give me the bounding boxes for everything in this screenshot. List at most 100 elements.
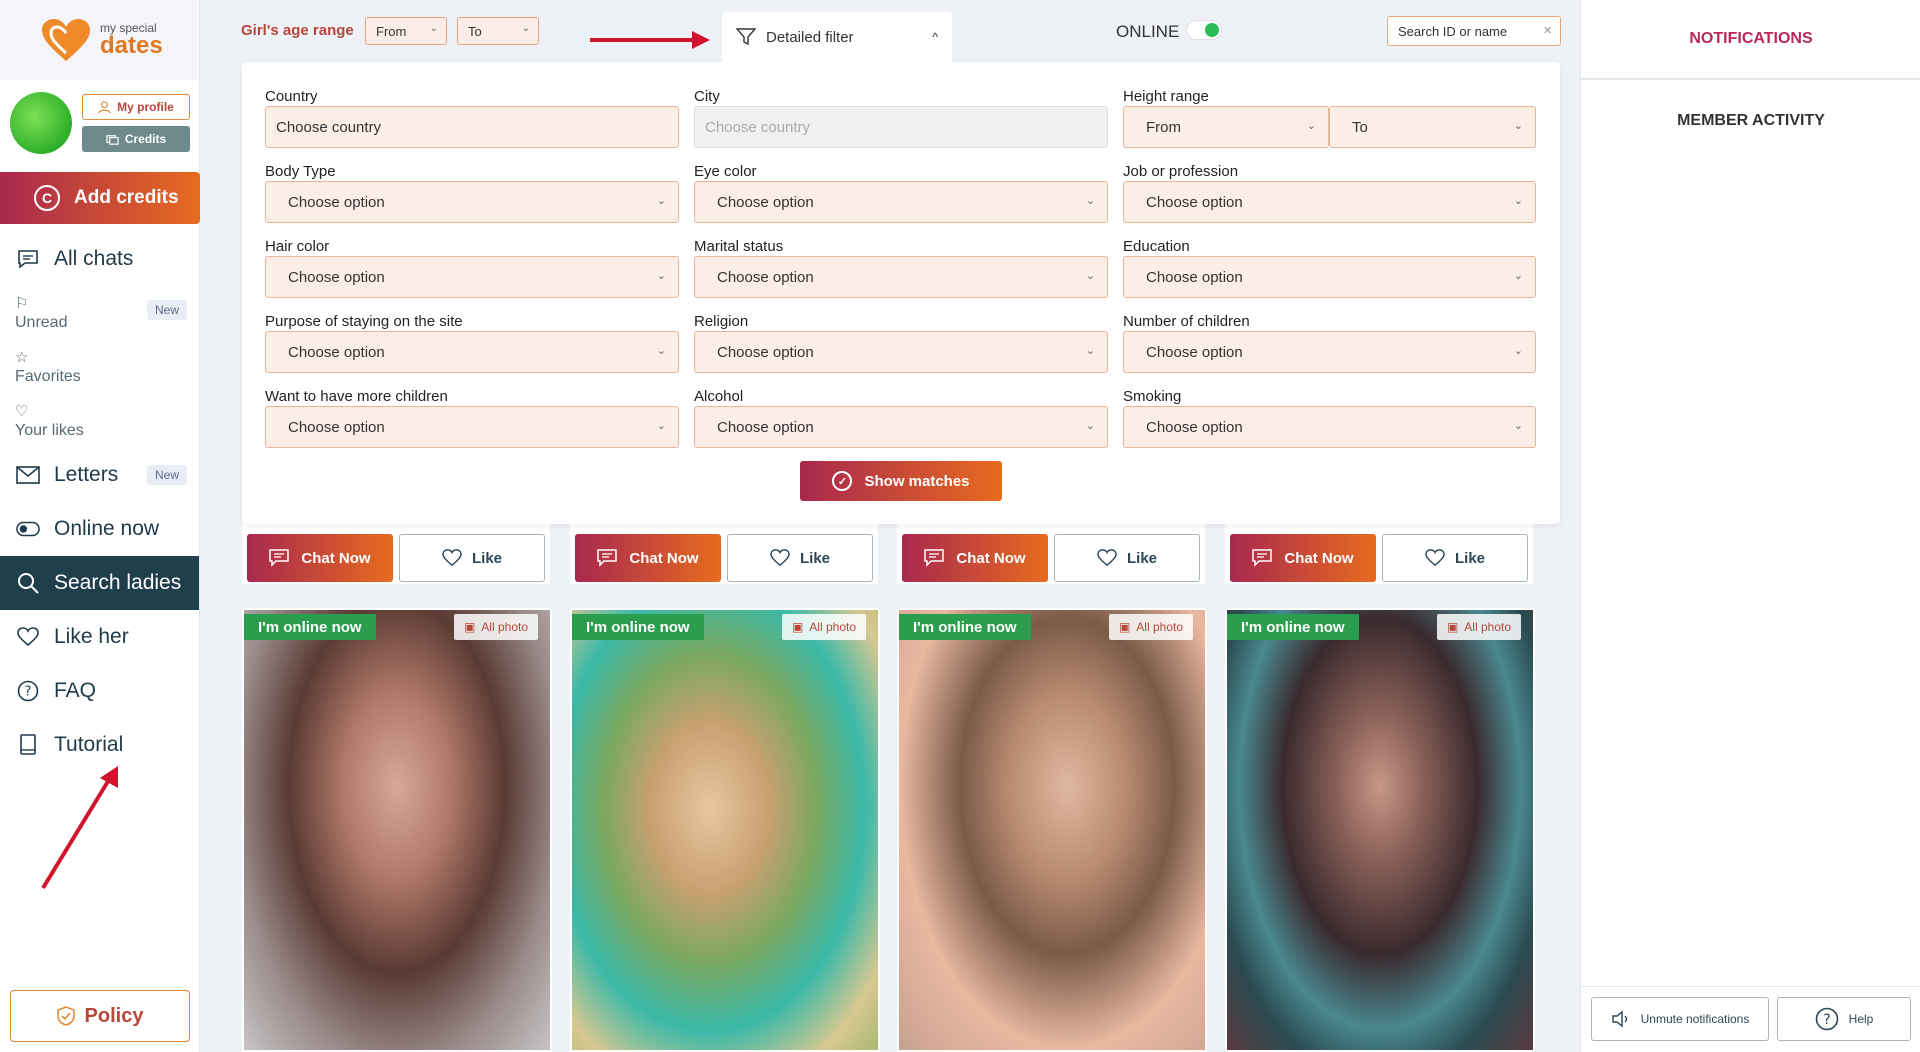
education-select[interactable]: Choose option ⌄ — [1123, 256, 1536, 298]
more-children-select[interactable]: Choose option ⌄ — [265, 406, 679, 448]
chevron-down-icon: ⌄ — [1306, 120, 1316, 132]
alcohol-select[interactable]: Choose option ⌄ — [694, 406, 1108, 448]
nav-all-chats-label: All chats — [54, 247, 134, 270]
user-icon — [98, 100, 111, 113]
chat-now-button[interactable]: Chat Now — [1230, 534, 1376, 582]
like-button[interactable]: Like — [399, 534, 545, 582]
job-select[interactable]: Choose option ⌄ — [1123, 181, 1536, 223]
chevron-down-icon: ⌄ — [656, 270, 666, 282]
purpose-select[interactable]: Choose option ⌄ — [265, 331, 679, 373]
age-to-value: To — [468, 24, 482, 39]
flag-icon: ⚐ — [15, 295, 29, 312]
shield-icon — [56, 1006, 75, 1026]
profile-photo-blurred[interactable] — [572, 610, 878, 1050]
all-photo-button[interactable]: ▣ All photo — [453, 614, 538, 640]
my-profile-button[interactable]: My profile — [82, 94, 190, 120]
credit-coin-icon: C — [34, 185, 60, 211]
card-actions-4: Chat Now Like — [1225, 524, 1533, 584]
profile-card[interactable]: I'm online now ▣ All photo — [570, 608, 880, 1052]
like-button[interactable]: Like — [1382, 534, 1528, 582]
logo[interactable]: my special dates — [0, 0, 199, 80]
clear-icon[interactable]: × — [1543, 22, 1552, 39]
education-value: Choose option — [1146, 269, 1243, 286]
nav-your-likes[interactable]: ♡ Your likes — [0, 394, 199, 448]
nav-favorites[interactable]: ☆ Favorites — [0, 340, 199, 394]
chat-now-button[interactable]: Chat Now — [575, 534, 721, 582]
policy-button[interactable]: Policy — [10, 990, 190, 1042]
children-label: Number of children — [1123, 313, 1250, 330]
like-button[interactable]: Like — [727, 534, 873, 582]
online-now-badge: I'm online now — [572, 614, 704, 640]
nav-tutorial[interactable]: Tutorial — [0, 718, 199, 772]
svg-text:?: ? — [1823, 1012, 1830, 1028]
age-from-select[interactable]: From ⌄ — [365, 17, 447, 45]
show-matches-button[interactable]: ✓ Show matches — [800, 461, 1002, 501]
profile-photo-blurred[interactable] — [1227, 610, 1533, 1050]
city-label: City — [694, 88, 720, 105]
nav-favorites-label: Favorites — [15, 368, 81, 385]
nav-like-her-label: Like her — [54, 625, 129, 648]
detailed-filter-toggle[interactable]: Detailed filter ^ — [722, 12, 952, 62]
nav-search-ladies[interactable]: Search ladies — [0, 556, 199, 610]
chevron-down-icon: ⌄ — [1513, 420, 1523, 432]
chat-now-label: Chat Now — [1284, 549, 1354, 567]
chat-now-button[interactable]: Chat Now — [247, 534, 393, 582]
profile-photo-blurred[interactable] — [244, 610, 550, 1050]
body-type-select[interactable]: Choose option ⌄ — [265, 181, 679, 223]
height-to-select[interactable]: To ⌄ — [1329, 106, 1536, 148]
help-button[interactable]: ? Help — [1777, 997, 1911, 1041]
nav-unread[interactable]: ⚐ Unread New — [0, 286, 199, 340]
heart-icon — [1097, 549, 1117, 567]
eye-color-value: Choose option — [717, 194, 814, 211]
more-children-value: Choose option — [288, 419, 385, 436]
height-from-select[interactable]: From ⌄ — [1123, 106, 1329, 148]
children-select[interactable]: Choose option ⌄ — [1123, 331, 1536, 373]
all-photo-button[interactable]: ▣ All photo — [1108, 614, 1193, 640]
nav-letters[interactable]: Letters New — [0, 448, 199, 502]
search-icon — [16, 571, 40, 595]
age-range-label: Girl's age range — [241, 22, 354, 39]
image-icon: ▣ — [1446, 620, 1459, 634]
profile-photo-blurred[interactable] — [899, 610, 1205, 1050]
like-button[interactable]: Like — [1054, 534, 1200, 582]
nav-search-ladies-label: Search ladies — [54, 571, 182, 594]
marital-status-select[interactable]: Choose option ⌄ — [694, 256, 1108, 298]
smoking-select[interactable]: Choose option ⌄ — [1123, 406, 1536, 448]
nav-online-now[interactable]: Online now — [0, 502, 199, 556]
online-toggle[interactable] — [1186, 20, 1222, 40]
country-value: Choose country — [276, 119, 382, 136]
unmute-notifications-button[interactable]: Unmute notifications — [1591, 997, 1769, 1041]
all-photo-button[interactable]: ▣ All photo — [1436, 614, 1521, 640]
chat-bubble-icon — [924, 549, 945, 567]
chat-now-button[interactable]: Chat Now — [902, 534, 1048, 582]
search-id-input[interactable]: Search ID or name × — [1387, 16, 1561, 46]
hair-color-select[interactable]: Choose option ⌄ — [265, 256, 679, 298]
profile-card[interactable]: I'm online now ▣ All photo — [242, 608, 552, 1052]
check-circle-icon: ✓ — [832, 471, 853, 491]
nav-all-chats[interactable]: All chats — [0, 232, 199, 286]
add-credits-button[interactable]: C Add credits — [0, 172, 200, 224]
country-select[interactable]: Choose country — [265, 106, 679, 148]
nav-tutorial-label: Tutorial — [54, 733, 124, 756]
eye-color-select[interactable]: Choose option ⌄ — [694, 181, 1108, 223]
chevron-down-icon: ⌄ — [1085, 420, 1095, 432]
eye-color-label: Eye color — [694, 163, 757, 180]
nav-faq[interactable]: ? FAQ — [0, 664, 199, 718]
like-label: Like — [799, 549, 830, 567]
profile-card[interactable]: I'm online now ▣ All photo — [897, 608, 1207, 1052]
credits-button[interactable]: Credits — [82, 126, 190, 152]
chevron-down-icon: ⌄ — [1085, 345, 1095, 357]
all-photo-button[interactable]: ▣ All photo — [781, 614, 866, 640]
avatar[interactable] — [10, 92, 72, 154]
height-range-label: Height range — [1123, 88, 1209, 105]
city-select[interactable]: Choose country — [694, 106, 1108, 148]
religion-select[interactable]: Choose option ⌄ — [694, 331, 1108, 373]
nav-like-her[interactable]: Like her — [0, 610, 199, 664]
age-to-select[interactable]: To ⌄ — [457, 17, 539, 45]
online-now-badge: I'm online now — [244, 614, 376, 640]
notifications-tab[interactable]: NOTIFICATIONS — [1581, 0, 1920, 80]
policy-label: Policy — [84, 1004, 144, 1027]
profile-card[interactable]: I'm online now ▣ All photo — [1225, 608, 1535, 1052]
like-label: Like — [1126, 549, 1157, 567]
heart-icon — [442, 549, 462, 567]
